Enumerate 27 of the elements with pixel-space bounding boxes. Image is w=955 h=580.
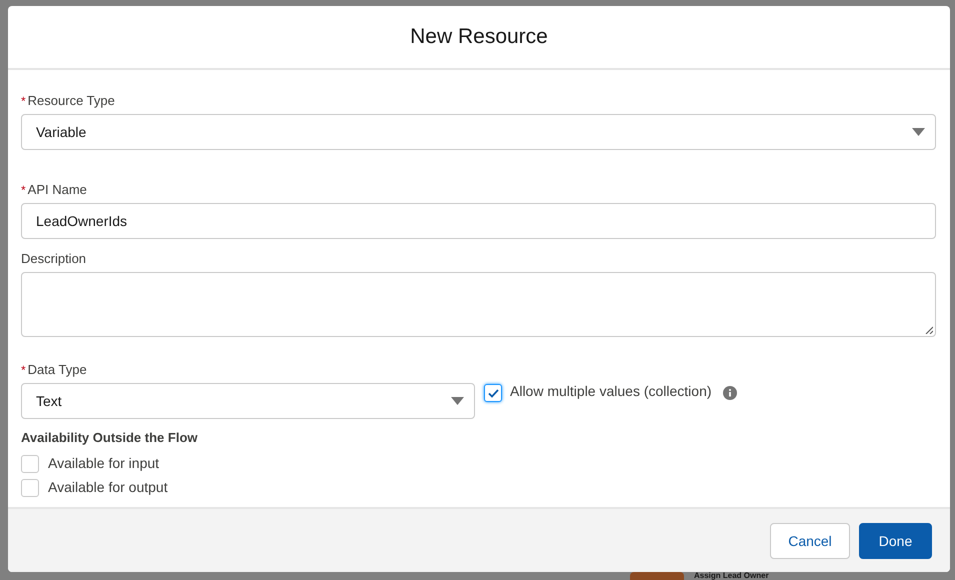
check-icon	[488, 388, 498, 398]
field-label: Data Type	[28, 360, 87, 379]
section-heading: Availability Outside the Flow	[21, 429, 198, 447]
node-label: Assign Lead Owner	[694, 572, 769, 580]
field-label: Description	[21, 250, 86, 268]
node-icon	[630, 572, 684, 580]
caret-icon	[451, 397, 464, 405]
cancel-button[interactable]: Cancel	[770, 523, 850, 559]
info-icon[interactable]	[722, 386, 737, 400]
checkbox-label: Available for input	[48, 454, 160, 473]
done-button[interactable]: Done	[859, 523, 932, 559]
input-field[interactable]: LeadOwnerIds	[21, 203, 936, 239]
checkbox-label: Allow multiple values (collection)	[510, 382, 712, 401]
select-field[interactable]: Text	[21, 383, 475, 419]
checkbox[interactable]	[484, 384, 502, 402]
checkbox-label: Available for output	[48, 478, 168, 497]
checkbox[interactable]	[21, 478, 39, 496]
resize-handle-icon[interactable]	[925, 326, 933, 334]
select-field[interactable]: Variable	[21, 114, 936, 150]
field-label: API Name	[28, 180, 87, 199]
required-marker: *	[21, 362, 26, 378]
required-marker: *	[21, 182, 26, 198]
caret-icon	[912, 128, 925, 136]
field-label: Resource Type	[28, 92, 115, 110]
required-marker: *	[21, 92, 26, 110]
dialog-title: New Resource	[410, 24, 548, 50]
checkbox[interactable]	[21, 454, 39, 472]
